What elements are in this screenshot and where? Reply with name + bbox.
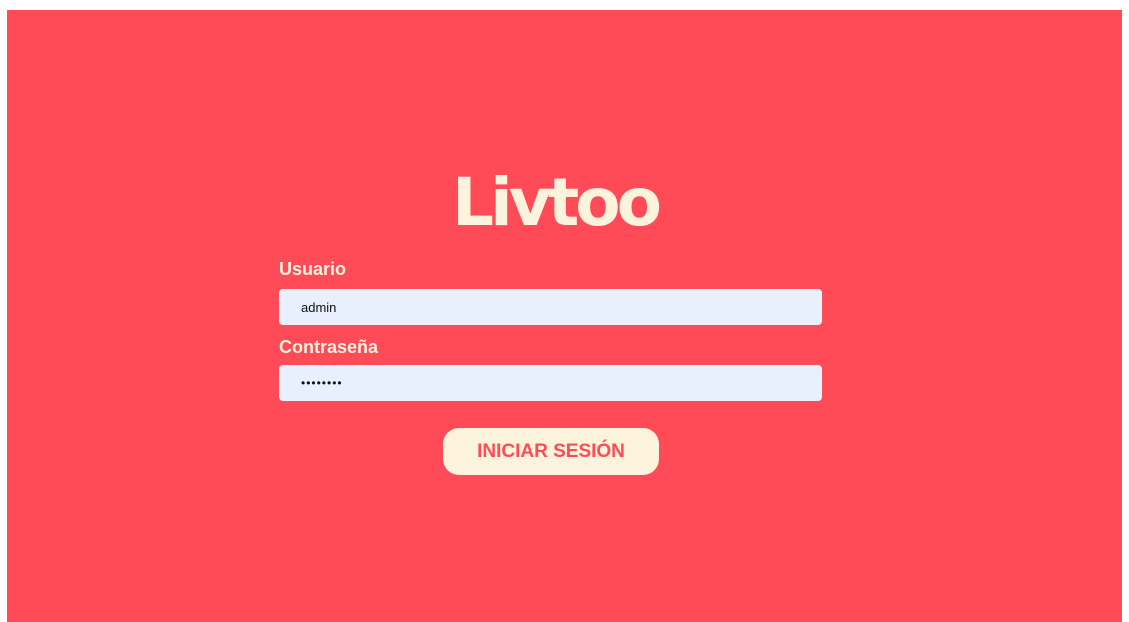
password-input[interactable] (279, 365, 822, 401)
livtoo-logo: Livtoo (452, 164, 662, 241)
password-label: Contraseña (279, 337, 379, 357)
username-input[interactable] (279, 289, 822, 325)
login-button[interactable]: INICIAR SESIÓN (443, 428, 659, 475)
username-label: Usuario (279, 259, 347, 279)
login-screen: Livtoo Usuario Contraseña INICIAR SESIÓN (7, 10, 1122, 622)
